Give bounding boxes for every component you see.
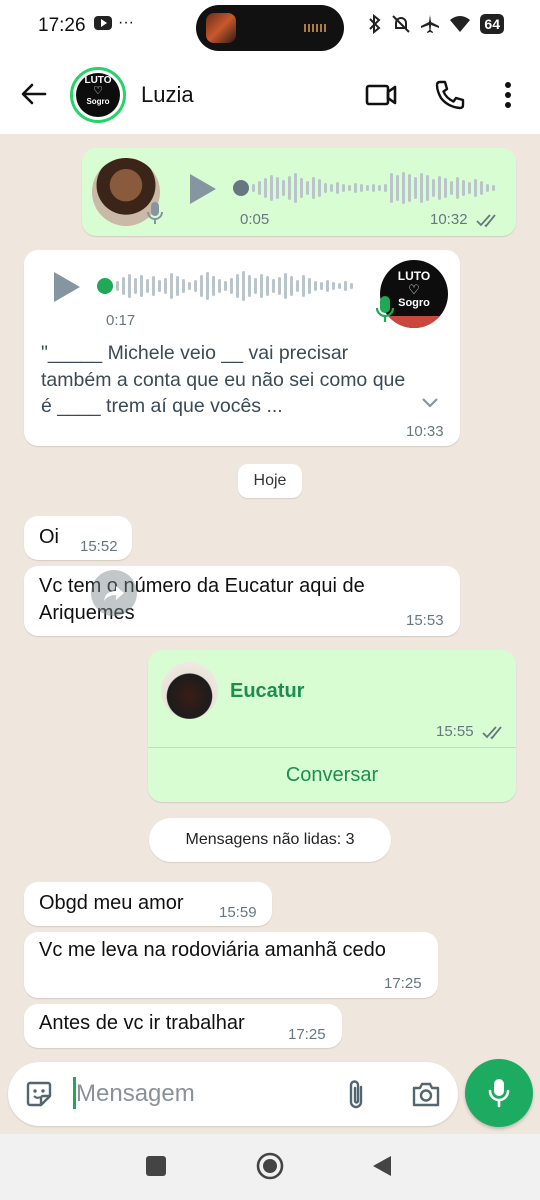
message-time: 15:55 — [436, 723, 474, 740]
airplane-icon — [421, 15, 440, 33]
mic-icon — [375, 296, 395, 322]
dynamic-island-pill[interactable] — [196, 5, 344, 51]
bluetooth-icon — [369, 14, 381, 34]
mute-icon — [392, 15, 411, 33]
back-arrow-icon[interactable] — [18, 78, 50, 110]
nav-recents-icon[interactable] — [146, 1156, 166, 1176]
message-incoming[interactable]: Vc tem o número da Eucatur aqui de Ariqu… — [24, 566, 460, 636]
chat-header: LUTO ♡ Sogro Luzia — [0, 56, 540, 134]
message-input[interactable]: Mensagem — [76, 1080, 195, 1108]
nav-back-icon[interactable] — [372, 1155, 392, 1177]
wifi-icon — [450, 16, 471, 32]
voice-message-incoming[interactable]: 0:17 LUTO ♡ Sogro "_____ Michele veio __… — [24, 250, 460, 446]
mic-icon — [488, 1079, 510, 1108]
mic-icon — [147, 202, 163, 224]
message-incoming[interactable]: Obgd meu amor 15:59 — [24, 882, 272, 926]
forward-icon — [104, 586, 124, 601]
audio-waveform[interactable] — [116, 268, 353, 304]
camera-icon[interactable] — [410, 1079, 442, 1109]
chevron-down-icon[interactable] — [420, 396, 440, 410]
double-check-icon — [482, 726, 502, 740]
conversar-button[interactable]: Conversar — [148, 748, 516, 802]
message-text: Antes de vc ir trabalhar — [39, 1012, 245, 1034]
message-incoming[interactable]: Oi 15:52 — [24, 516, 132, 560]
play-icon[interactable] — [190, 174, 216, 204]
message-text: Obgd meu amor — [39, 892, 184, 914]
voice-record-button[interactable] — [465, 1059, 533, 1127]
message-text: Oi — [39, 526, 59, 548]
status-bar: 17:26 ··· 64 — [0, 0, 540, 56]
contact-name[interactable]: Luzia — [141, 82, 194, 108]
more-vert-icon[interactable] — [498, 78, 518, 112]
status-extra: ··· — [118, 14, 134, 31]
play-icon[interactable] — [54, 272, 80, 302]
audio-waveform[interactable] — [252, 170, 495, 206]
message-time: 17:25 — [288, 1026, 326, 1043]
message-text: Vc me leva na rodoviária amanhã cedo — [39, 939, 386, 961]
date-separator: Hoje — [238, 464, 302, 498]
contact-avatar[interactable]: LUTO ♡ Sogro — [70, 67, 126, 123]
double-check-icon — [476, 214, 496, 228]
youtube-icon — [94, 16, 112, 30]
unread-messages-label: Mensagens não lidas: 3 — [149, 818, 391, 862]
voice-duration: 0:05 — [240, 211, 270, 228]
forward-button[interactable] — [91, 570, 137, 616]
message-time: 15:59 — [219, 904, 257, 921]
voice-message-outgoing[interactable]: 0:05 10:32 — [82, 148, 516, 236]
seek-dot[interactable] — [233, 180, 249, 196]
attach-icon[interactable] — [344, 1078, 368, 1112]
message-time: 17:25 — [384, 975, 422, 992]
message-time: 10:33 — [406, 423, 444, 440]
message-time: 15:52 — [80, 538, 118, 555]
contact-card-photo — [161, 662, 218, 719]
media-thumbnail — [206, 13, 236, 43]
audio-bars-icon — [304, 24, 326, 32]
message-time: 15:53 — [406, 612, 444, 629]
heart-icon: ♡ — [93, 85, 103, 97]
message-time: 10:32 — [430, 211, 468, 228]
contact-card-message[interactable]: Eucatur 15:55 Conversar — [148, 650, 516, 802]
nav-home-icon[interactable] — [256, 1152, 284, 1180]
message-incoming[interactable]: Antes de vc ir trabalhar 17:25 — [24, 1004, 342, 1048]
message-composer[interactable]: Mensagem — [8, 1062, 458, 1126]
status-time: 17:26 — [38, 15, 86, 36]
video-call-icon[interactable] — [364, 78, 398, 112]
message-incoming[interactable]: Vc me leva na rodoviária amanhã cedo 17:… — [24, 932, 438, 998]
avatar-text-sogro: Sogro — [86, 97, 110, 106]
voice-transcript[interactable]: "_____ Michele veio __ vai precisar tamb… — [41, 340, 421, 420]
seek-dot[interactable] — [97, 278, 113, 294]
chat-area[interactable]: 0:05 10:32 0:17 LUTO ♡ Sogro "_____ Mich… — [0, 134, 540, 1064]
system-nav-bar — [0, 1134, 540, 1200]
battery-indicator: 64 — [480, 14, 504, 34]
contact-card-name[interactable]: Eucatur — [230, 680, 304, 703]
voice-duration: 0:17 — [106, 312, 136, 329]
sticker-icon[interactable] — [24, 1079, 54, 1109]
phone-icon[interactable] — [433, 78, 467, 112]
